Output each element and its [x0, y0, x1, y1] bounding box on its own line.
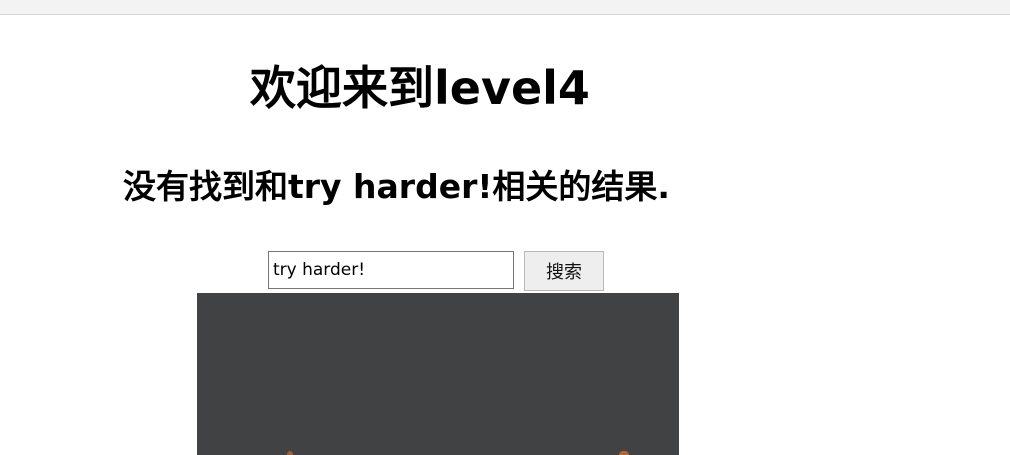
image-preview-panel [197, 293, 679, 455]
page-heading: 欢迎来到level4 [250, 61, 590, 115]
search-button[interactable]: 搜索 [524, 251, 604, 291]
search-result-message: 没有找到和try harder!相关的结果. [123, 167, 670, 206]
preview-accent-mark [287, 451, 293, 455]
search-input[interactable] [268, 251, 514, 289]
preview-accent-mark [619, 451, 629, 455]
browser-top-bar [0, 0, 1010, 15]
search-form: 搜索 [268, 250, 608, 292]
